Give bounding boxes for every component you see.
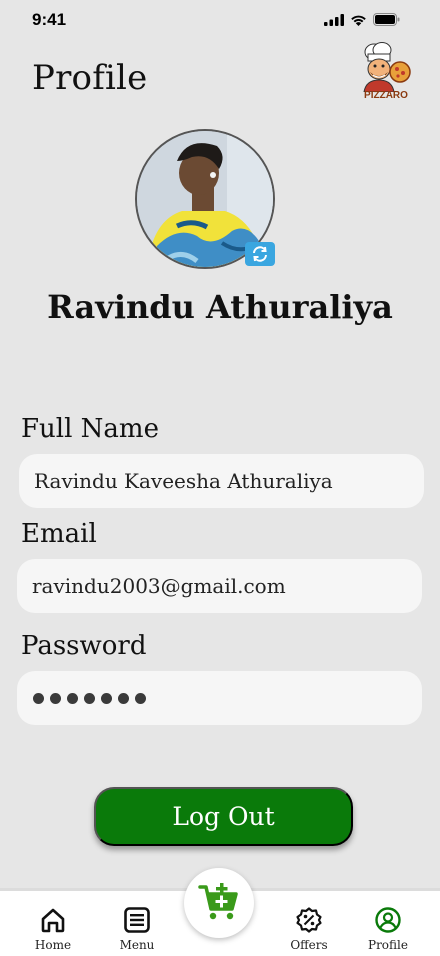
add-to-cart-icon: [198, 883, 238, 920]
full-name-input[interactable]: [34, 469, 424, 493]
home-icon: [41, 908, 65, 933]
tab-offers[interactable]: Offers: [279, 907, 339, 952]
email-field[interactable]: [17, 559, 422, 613]
tab-offers-label: Offers: [290, 938, 328, 952]
refresh-icon: [253, 246, 267, 262]
password-masked-value: [32, 692, 146, 704]
password-dot: [84, 692, 95, 704]
page-title: Profile: [32, 58, 148, 98]
password-dot: [118, 692, 129, 704]
brand-logo: PIZZARO: [358, 42, 418, 104]
user-circle-icon: [375, 907, 401, 933]
password-dot: [50, 692, 61, 704]
email-label: Email: [21, 519, 97, 549]
password-field[interactable]: [17, 671, 422, 725]
password-dot: [67, 692, 78, 704]
percent-badge-icon: [296, 907, 322, 933]
battery-icon: [373, 13, 400, 26]
password-label: Password: [21, 631, 147, 661]
status-time: 9:41: [32, 10, 67, 29]
full-name-label: Full Name: [21, 414, 159, 444]
tab-home-label: Home: [34, 938, 72, 952]
brand-logo-text: PIZZARO: [364, 90, 408, 101]
full-name-field[interactable]: [19, 454, 424, 508]
tab-menu[interactable]: Menu: [107, 907, 167, 952]
cellular-signal-icon: [324, 13, 344, 26]
menu-icon: [124, 907, 150, 933]
password-dot: [101, 692, 112, 704]
change-photo-button[interactable]: [245, 242, 275, 266]
status-bar: 9:41: [0, 0, 440, 44]
tab-profile-label: Profile: [368, 938, 408, 952]
wifi-icon: [351, 15, 366, 26]
logout-button[interactable]: Log Out: [94, 787, 353, 846]
password-dot: [135, 692, 146, 704]
status-icons: [324, 13, 400, 26]
password-dot: [33, 692, 44, 704]
tab-home[interactable]: Home: [23, 907, 83, 952]
tab-menu-label: Menu: [119, 938, 155, 952]
chef-mascot-icon: [363, 42, 411, 93]
tab-profile[interactable]: Profile: [358, 907, 418, 952]
profile-name: Ravindu Athuraliya: [47, 288, 393, 326]
add-to-cart-button[interactable]: [184, 868, 254, 938]
email-input[interactable]: [32, 574, 422, 598]
